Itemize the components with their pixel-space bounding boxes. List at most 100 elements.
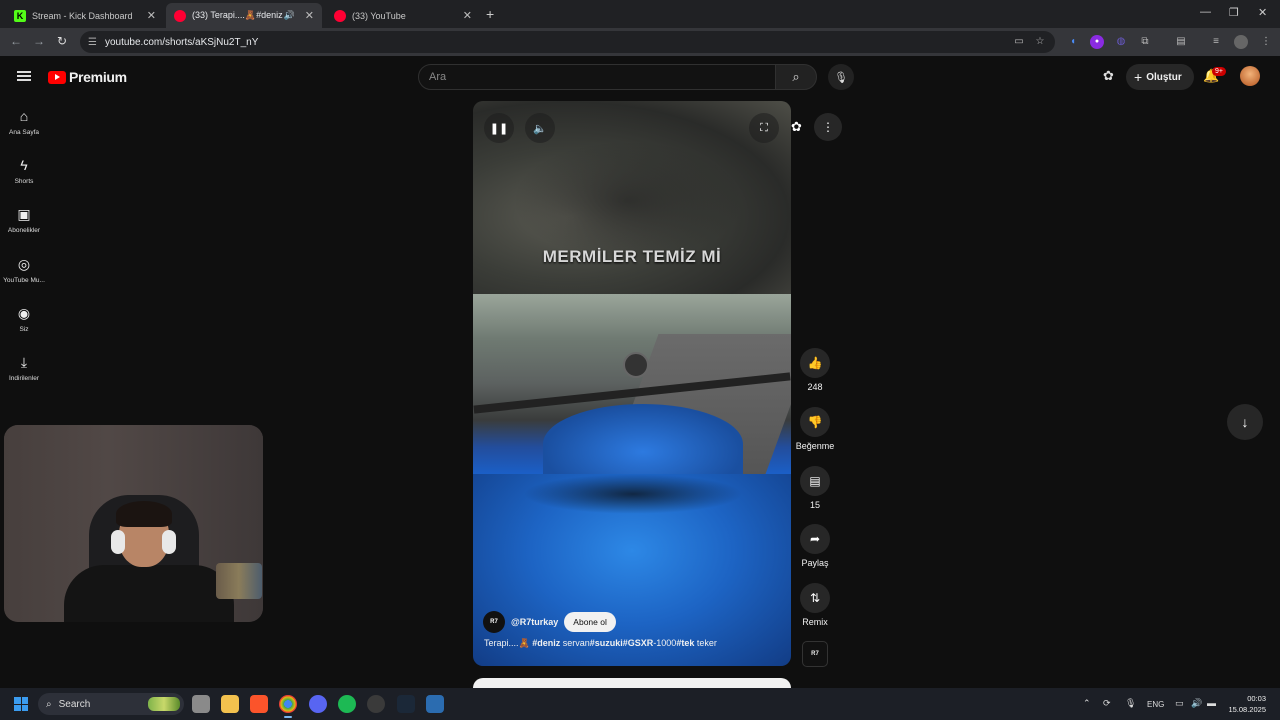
windows-start-icon[interactable] bbox=[14, 697, 28, 711]
remix-button[interactable]: ⇅ bbox=[800, 583, 830, 613]
comment-count: 15 bbox=[809, 500, 820, 510]
next-video-button[interactable]: ↓ bbox=[1227, 404, 1263, 440]
youtube-logo[interactable]: Premium bbox=[48, 69, 127, 85]
sidebar-item-downloads[interactable]: ⤓ İndirilenler bbox=[0, 354, 48, 382]
mute-button[interactable]: 🔈 bbox=[525, 113, 555, 143]
tray-overflow-icon[interactable]: ⌃ bbox=[1083, 698, 1091, 709]
volume-icon: 🔈 bbox=[533, 122, 547, 135]
spotify-icon[interactable] bbox=[338, 695, 356, 713]
taskbar-clock[interactable]: 00:03 15.08.2025 bbox=[1226, 693, 1266, 715]
microphone-icon: 🎙 bbox=[834, 71, 848, 84]
sidebar-item-subscriptions[interactable]: ▣ Abonelikler bbox=[0, 206, 48, 234]
comments-button[interactable]: ▤ bbox=[800, 466, 830, 496]
youtube-favicon-icon bbox=[334, 9, 346, 22]
voice-search-button[interactable]: 🎙 bbox=[828, 64, 854, 90]
channel-name[interactable]: @R7turkay bbox=[511, 617, 558, 627]
extension-twitch-icon[interactable]: ◍ bbox=[1114, 35, 1128, 49]
account-avatar[interactable] bbox=[1240, 66, 1260, 86]
channel-avatar[interactable]: R7 bbox=[483, 611, 505, 633]
tray-volume-icon[interactable]: 🔊 bbox=[1191, 698, 1202, 709]
file-explorer-icon[interactable] bbox=[221, 695, 239, 713]
reload-icon[interactable]: ↻ bbox=[57, 34, 67, 48]
chrome-icon[interactable] bbox=[279, 695, 297, 718]
close-tab-icon[interactable]: ✕ bbox=[305, 9, 314, 22]
tab-title: Stream - Kick Dashboard bbox=[32, 10, 133, 21]
youtube-favicon-icon bbox=[174, 9, 186, 22]
shield-app-icon[interactable] bbox=[426, 695, 444, 713]
split-view-icon[interactable]: ▤ bbox=[1174, 35, 1188, 49]
dislike-button[interactable]: 👎 bbox=[800, 407, 830, 437]
short-video-player[interactable]: MERMİLER TEMİZ Mİ ❚❚ 🔈 ⛶ R7 @R7turkay Ab… bbox=[473, 101, 791, 666]
close-window-icon[interactable]: ✕ bbox=[1258, 6, 1267, 19]
taskbar-search[interactable]: ⌕ Search bbox=[38, 693, 184, 715]
tray-sync-icon[interactable]: ⟳ bbox=[1103, 698, 1111, 709]
comment-icon: ▤ bbox=[809, 474, 821, 488]
caption-hashtag[interactable]: #GSXR bbox=[623, 638, 654, 648]
you-icon: ◉ bbox=[17, 305, 31, 321]
caption-hashtag[interactable]: #suzuki bbox=[590, 638, 623, 648]
bookmark-star-icon[interactable]: ☆ bbox=[1033, 35, 1047, 49]
browser-menu-icon[interactable]: ⋮ bbox=[1259, 35, 1273, 49]
caption-text: Terapi....🧸 bbox=[484, 638, 533, 648]
like-button[interactable]: 👍 bbox=[800, 348, 830, 378]
sidebar-item-shorts[interactable]: ϟ Shorts bbox=[0, 157, 48, 185]
sidebar-item-label: YouTube Mu... bbox=[3, 277, 45, 284]
site-info-icon[interactable]: ☰ bbox=[88, 37, 97, 48]
share-button[interactable]: ➦ bbox=[800, 524, 830, 554]
download-icon: ⤓ bbox=[20, 354, 28, 370]
discord-icon[interactable] bbox=[309, 695, 327, 713]
extension-audio-icon[interactable]: ◖ bbox=[1066, 35, 1080, 49]
steam-icon[interactable] bbox=[397, 695, 415, 713]
sound-thumbnail[interactable]: R7 bbox=[802, 641, 828, 667]
extensions-puzzle-icon[interactable]: ⧉ bbox=[1138, 35, 1152, 49]
tab-youtube-home[interactable]: (33) YouTube ✕ bbox=[326, 3, 480, 28]
close-tab-icon[interactable]: ✕ bbox=[147, 9, 156, 22]
sidebar-item-you[interactable]: ◉ Siz bbox=[0, 305, 48, 333]
caption-hashtag[interactable]: #deniz bbox=[532, 638, 560, 648]
tab-audio-icon[interactable]: 🔊 bbox=[284, 10, 295, 21]
install-app-icon[interactable]: ▭ bbox=[1012, 35, 1026, 49]
fullscreen-button[interactable]: ⛶ bbox=[749, 113, 779, 143]
task-view-icon[interactable] bbox=[192, 695, 210, 713]
menu-icon[interactable] bbox=[17, 71, 31, 81]
new-tab-icon[interactable]: + bbox=[486, 6, 494, 22]
profile-avatar-icon[interactable] bbox=[1234, 35, 1248, 49]
tray-network-icon[interactable]: ▭ bbox=[1175, 698, 1184, 709]
shelf-figures bbox=[216, 563, 262, 599]
language-indicator[interactable]: ENG bbox=[1147, 700, 1164, 709]
search-input[interactable] bbox=[419, 65, 775, 89]
search-button[interactable]: ⌕ bbox=[775, 64, 817, 90]
fullscreen-icon: ⛶ bbox=[760, 121, 768, 134]
tab-youtube-short[interactable]: (33) Terapi....🧸#deniz servan 🔊 ✕ bbox=[166, 3, 322, 28]
extension-purple-icon[interactable]: ● bbox=[1090, 35, 1104, 49]
forward-icon[interactable]: → bbox=[33, 34, 45, 48]
share-arrow-icon: ➦ bbox=[809, 532, 821, 546]
tab-kick-dashboard[interactable]: K Stream - Kick Dashboard ✕ bbox=[6, 3, 164, 28]
create-label: Oluştur bbox=[1146, 71, 1182, 83]
back-icon[interactable]: ← bbox=[10, 34, 22, 48]
tray-battery-icon[interactable]: ▬ bbox=[1207, 698, 1216, 708]
media-controls-icon[interactable]: ≡ bbox=[1209, 35, 1223, 49]
subscribe-button[interactable]: Abone ol bbox=[564, 612, 616, 632]
address-bar[interactable]: ☰ youtube.com/shorts/aKSjNu2T_nY bbox=[80, 31, 1055, 53]
youtube-music-icon: ◎ bbox=[17, 256, 31, 272]
notifications-badge: 9+ bbox=[1212, 67, 1226, 76]
pause-button[interactable]: ❚❚ bbox=[484, 113, 514, 143]
sidebar-item-youtube-music[interactable]: ◎ YouTube Mu... bbox=[0, 256, 48, 284]
caption-hashtag[interactable]: #tek bbox=[676, 638, 694, 648]
subscriptions-icon: ▣ bbox=[17, 206, 31, 222]
tray-mic-icon[interactable]: 🎙 bbox=[1125, 698, 1136, 709]
minimize-icon[interactable]: — bbox=[1200, 6, 1211, 18]
create-button[interactable]: + Oluştur bbox=[1126, 64, 1194, 90]
brave-browser-icon[interactable] bbox=[250, 695, 268, 713]
shorts-remix-icon[interactable]: ✿ bbox=[1103, 68, 1114, 84]
shorts-remix-top-icon[interactable]: ✿ bbox=[791, 119, 802, 135]
video-caption[interactable]: Terapi....🧸 #deniz servan#suzuki#GSXR-10… bbox=[484, 638, 717, 649]
kick-favicon-icon: K bbox=[14, 9, 26, 22]
close-tab-icon[interactable]: ✕ bbox=[463, 9, 472, 22]
obs-icon[interactable] bbox=[367, 695, 385, 713]
more-options-button[interactable]: ⋮ bbox=[814, 113, 842, 141]
thumbs-down-icon: 👎 bbox=[807, 415, 823, 429]
restore-icon[interactable]: ❐ bbox=[1229, 6, 1239, 19]
sidebar-item-home[interactable]: ⌂ Ana Sayfa bbox=[0, 108, 48, 136]
